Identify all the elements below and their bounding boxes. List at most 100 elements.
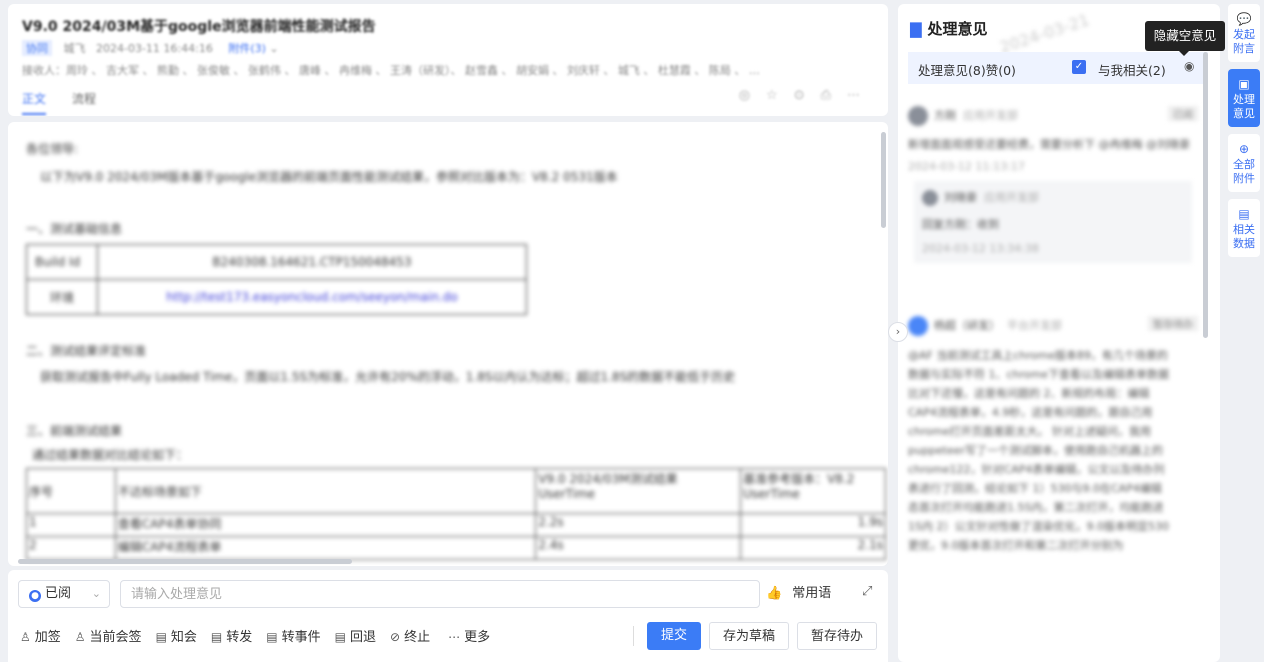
to-event-button[interactable]: ▤ 转事件 — [266, 626, 320, 645]
circle-icon: ● — [29, 590, 41, 602]
build-id-value: B240308.164621.CTP150048453 — [97, 244, 527, 280]
collapse-panel-chevron-icon[interactable]: › — [888, 322, 908, 342]
add-sign-button[interactable]: ♙ 加签 — [20, 626, 61, 645]
opinion-input[interactable] — [120, 580, 760, 608]
expand-icon[interactable]: ⤢ — [862, 584, 872, 599]
thumbs-up-icon: 👍 — [766, 586, 783, 601]
common-phrase-button[interactable]: 👍 常用语 — [766, 580, 831, 608]
table-cell: 2.2s — [535, 513, 742, 537]
document-meta: 协同 城飞 2024-03-11 16:44:16 附件(3) ⌄ — [22, 40, 279, 56]
related-label[interactable]: 与我相关(2) — [1098, 60, 1166, 79]
user-icon: ♙ — [20, 630, 31, 644]
attachment-link[interactable]: 附件(3) — [228, 42, 266, 55]
action-label: 当前会签 — [89, 630, 142, 645]
avatar — [922, 190, 938, 206]
table-header: 基准参考版本：V8.2 UserTime — [740, 468, 886, 514]
comment-icon: ▣ — [1238, 77, 1250, 91]
action-links: ♙ 加签 ♙ 当前会签 ▤ 知会 ▤ 转发 ▤ 转事件 ▤ 回退 ⊘ 终止 ⋯ 更多 — [20, 626, 504, 645]
notify-button[interactable]: ▤ 知会 — [156, 626, 197, 645]
table-row: Build Id B240308.164621.CTP150048453 — [26, 244, 527, 280]
recipients-list: 接收人：周玲 、 吉大军 、 熊勤 、 张俊敏 、 张鹤伟 、 唐峰 、 冉维梅… — [22, 64, 760, 77]
sidebar-item-opinions[interactable]: ▣ 处理意见 — [1228, 69, 1260, 127]
print-icon[interactable]: ⎙ — [821, 88, 847, 103]
action-label: 更多 — [464, 630, 491, 645]
common-phrase-label: 常用语 — [792, 586, 832, 601]
opinion-dept: 平台开发部 — [1007, 319, 1062, 332]
hide-empty-tooltip: 隐藏空意见 — [1145, 21, 1225, 56]
section-results: 三、前端测试结果 — [26, 424, 123, 438]
avatar — [908, 316, 928, 336]
tab-body[interactable]: 正文 — [22, 90, 47, 115]
more-icon[interactable]: ⋯ — [847, 88, 876, 103]
section-criteria: 二、测试结果评定标准 — [26, 344, 147, 358]
forward-button[interactable]: ▤ 转发 — [211, 626, 252, 645]
opinion-item: 杨超（研发） 平台开发部 暂存待办 @AF 当前测试工具上chrome版本89，有… — [908, 316, 1198, 555]
sidebar-item-label: 发起附言 — [1233, 28, 1255, 55]
star-icon[interactable]: ☆ — [766, 88, 794, 103]
save-draft-button[interactable]: 存为草稿 — [709, 622, 789, 650]
hide-eye-icon[interactable]: ◉ — [1184, 59, 1194, 73]
divider — [633, 626, 634, 646]
section-basic-info: 一、测试基础信息 — [26, 222, 123, 236]
results-table: 序号 不达标场景如下 V9.0 2024/03M测试结果 UserTime 基准… — [26, 468, 886, 560]
opinion-text: 新增面面观感受还要经费，需要分析下 @冉维梅 @刘晓豪 — [908, 138, 1190, 151]
info-table: Build Id B240308.164621.CTP150048453 环境 … — [26, 244, 527, 315]
submit-button[interactable]: 提交 — [647, 622, 701, 650]
more-button[interactable]: ⋯ 更多 — [448, 626, 490, 645]
more-icon: ⋯ — [448, 630, 461, 644]
action-label: 加签 — [34, 630, 61, 645]
document-body: 各位领导: 以下为V9.0 2024/03M版本基于google浏览器的前端页面… — [8, 122, 888, 566]
opinion-text: @AF 当前测试工具上chrome版本89，有几个场景的数据与实际不符 1、ch… — [908, 349, 1170, 552]
opinion-author: 杨超（研发） — [934, 319, 1000, 332]
terminate-button[interactable]: ⊘ 终止 — [390, 626, 430, 645]
table-cell: 2 — [26, 536, 116, 560]
document-header: V9.0 2024/03M基于google浏览器前端性能测试报告 协同 城飞 2… — [8, 4, 888, 116]
table-cell: Build Id — [26, 244, 98, 280]
intro-text: 以下为V9.0 2024/03M版本基于google浏览器的前端页面性能测试结果… — [40, 170, 618, 184]
tab-flow[interactable]: 流程 — [72, 90, 96, 113]
table-cell: 编辑CAP4流程表单 — [114, 536, 537, 560]
sidebar-item-postscript[interactable]: 💬 发起附言 — [1228, 4, 1260, 62]
user-icon: ♙ — [74, 630, 86, 644]
panel-scrollbar[interactable] — [1203, 52, 1208, 338]
read-status-select[interactable]: ● 已阅 ⌄ — [18, 580, 110, 608]
table-header: 序号 — [26, 468, 116, 514]
watch-icon[interactable]: ⊙ — [794, 88, 821, 103]
author-name[interactable]: 城飞 — [64, 42, 86, 55]
vertical-scrollbar[interactable] — [881, 132, 886, 228]
track-icon[interactable]: ◎ — [739, 88, 766, 103]
reply-time: 2024-03-12 13:34:38 — [922, 242, 1039, 255]
header-tabs: 正文 流程 — [22, 90, 122, 115]
action-label: 转事件 — [281, 630, 321, 645]
current-countersign-button[interactable]: ♙ 当前会签 — [75, 626, 142, 645]
action-label: 转发 — [226, 630, 253, 645]
sidebar-item-label: 处理意见 — [1233, 93, 1255, 120]
horizontal-scrollbar[interactable] — [18, 559, 352, 564]
return-button[interactable]: ▤ 回退 — [335, 626, 376, 645]
chevron-down-icon[interactable]: ⌄ — [269, 42, 278, 55]
opinion-author: 方刚 — [934, 109, 956, 122]
sidebar-item-attachments[interactable]: ⊕ 全部附件 — [1228, 134, 1260, 192]
reply-dept: 应用开发部 — [984, 191, 1039, 204]
action-label: 回退 — [349, 630, 376, 645]
event-icon: ▤ — [266, 630, 278, 644]
table-cell: 2.1s — [740, 536, 886, 560]
table-header: 不达标场景如下 — [114, 468, 537, 514]
reply-text: 回复方刚：收到 — [922, 218, 999, 231]
environment-link[interactable]: http://test173.easyoncloud.com/seeyon/ma… — [97, 279, 527, 315]
reply-box: 刘晓豪 应用开发部 回复方刚：收到 2024-03-12 13:34:38 — [914, 181, 1192, 263]
opinion-panel: ▇ 处理意见 2024-03-21 处理意见(8)赞(0) ✓ 与我相关(2) ◉… — [898, 4, 1220, 662]
opinion-dept: 应用开发部 — [963, 109, 1018, 122]
header-toolbar: ◎☆⊙⎙⋯ — [739, 88, 876, 103]
comment-icon: ▇ — [910, 20, 922, 38]
opinion-item: 方刚 应用开发部 已阅 新增面面观感受还要经费，需要分析下 @冉维梅 @刘晓豪 2… — [908, 106, 1198, 263]
related-checkbox[interactable]: ✓ — [1072, 60, 1086, 74]
sidebar-item-related-data[interactable]: ▤ 相关数据 — [1228, 199, 1260, 257]
action-label: 终止 — [404, 630, 431, 645]
return-icon: ▤ — [334, 630, 346, 644]
table-row: 2 编辑CAP4流程表单 2.4s 2.1s — [26, 536, 886, 560]
table-row: 1 查看CAP4表单协同 2.2s 1.9s — [26, 513, 886, 537]
reply-author: 刘晓豪 — [944, 191, 977, 204]
hold-pending-button[interactable]: 暂存待办 — [797, 622, 877, 650]
meta-tag: 协同 — [22, 40, 52, 56]
